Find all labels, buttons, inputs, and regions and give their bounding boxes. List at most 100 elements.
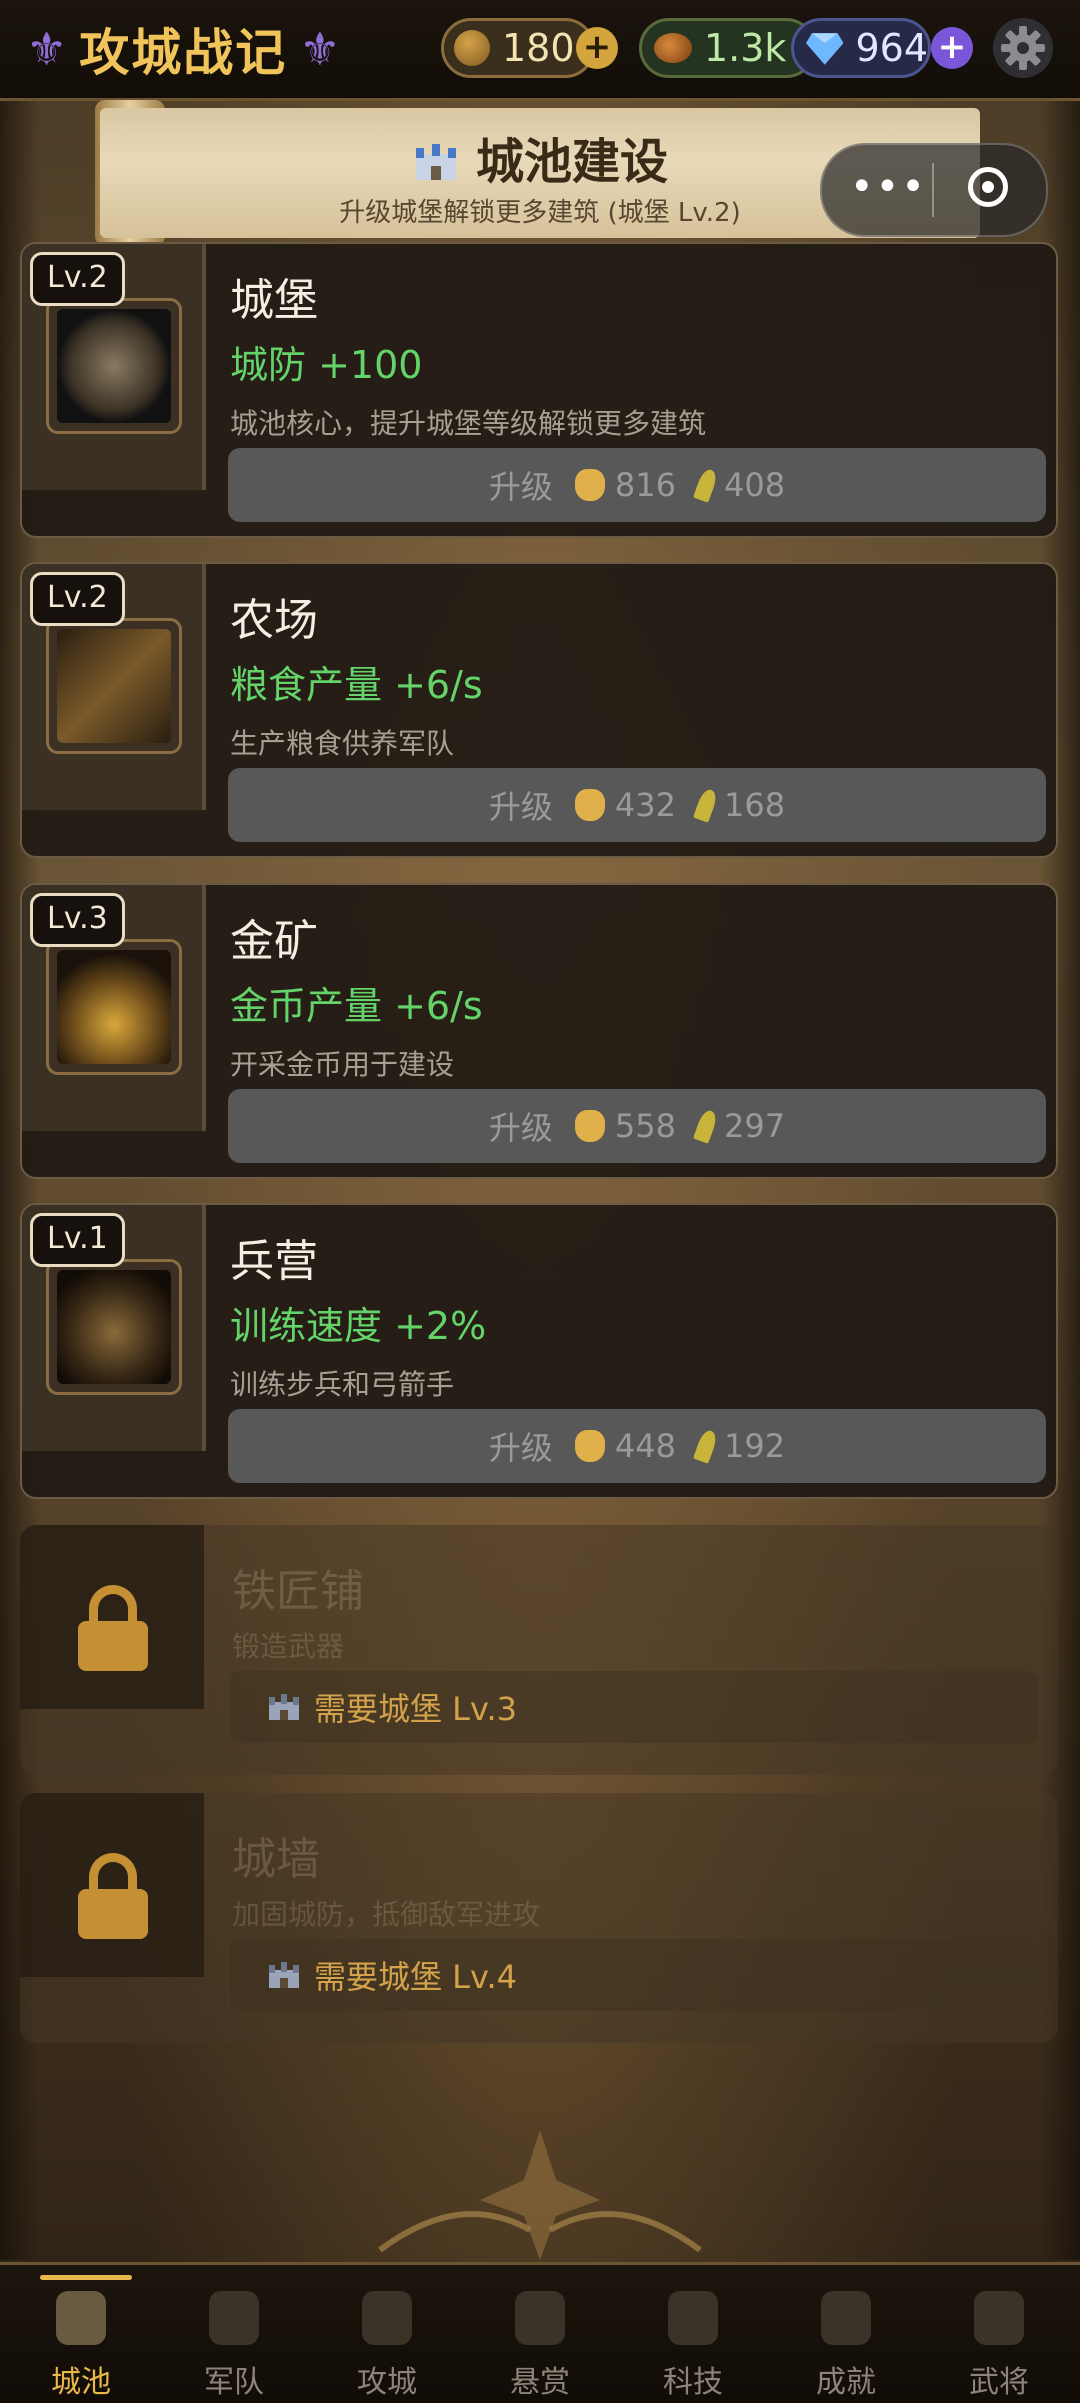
tab-army[interactable]: 军队 (157, 2265, 311, 2403)
tab-castle[interactable]: 城池 (4, 2265, 158, 2403)
bottom-tab-bar: 城池 军队 攻城 悬赏 科技 成就 武将 (0, 2262, 1080, 2403)
bounty-icon (515, 2291, 565, 2345)
castle-icon (415, 144, 456, 180)
building-name: 金矿 (230, 916, 318, 967)
building-description: 城池核心，提升城堡等级解锁更多建筑 (230, 407, 707, 440)
food-cost: 168 (724, 786, 786, 824)
tab-tech[interactable]: 科技 (616, 2265, 770, 2403)
tab-label: 攻城 (357, 2365, 417, 2400)
close-miniprogram-icon[interactable] (968, 167, 1008, 207)
building-card-castle: Lv.2 城堡 城防 +100 城池核心，提升城堡等级解锁更多建筑 升级 816… (20, 242, 1058, 538)
fleur-de-lis-icon: ⚜ (299, 22, 341, 76)
active-tab-indicator (40, 2275, 132, 2280)
fleur-de-lis-icon: ⚜ (26, 22, 68, 76)
card-divider (202, 1205, 206, 1451)
castle-icon (56, 2291, 106, 2345)
building-effect: 城防 +100 (230, 343, 423, 387)
tab-siege[interactable]: 攻城 (310, 2265, 464, 2403)
lock-icon (78, 1585, 148, 1671)
tab-label: 军队 (204, 2365, 264, 2400)
page-title: 城池建设 (475, 134, 668, 190)
building-card-gold-mine: Lv.3 金矿 金币产量 +6/s 开采金币用于建设 升级 558 297 (20, 883, 1058, 1179)
general-icon (974, 2291, 1024, 2345)
money-bag-icon (574, 1430, 605, 1462)
money-bag-icon (574, 789, 605, 821)
app-title: 攻城战记 (79, 24, 288, 82)
building-description: 开采金币用于建设 (230, 1048, 455, 1081)
building-effect: 粮食产量 +6/s (230, 663, 483, 707)
settings-gear-icon[interactable] (993, 18, 1053, 78)
tab-label: 武将 (969, 2365, 1029, 2400)
locked-building-name: 铁匠铺 (232, 1566, 364, 1617)
capsule-divider (932, 163, 934, 217)
upgrade-button[interactable]: 升级 558 297 (228, 1089, 1046, 1163)
tab-bounty[interactable]: 悬赏 (463, 2265, 617, 2403)
level-badge: Lv.2 (30, 252, 125, 306)
wheat-icon (693, 1428, 719, 1464)
castle-icon (269, 1962, 299, 1988)
food-icon (654, 33, 692, 63)
food-counter: 1.3k (639, 18, 816, 78)
gold-mine-building-icon (46, 939, 182, 1075)
achievement-icon (821, 2291, 871, 2345)
gold-cost: 558 (614, 1107, 676, 1145)
tab-general[interactable]: 武将 (922, 2265, 1076, 2403)
barracks-building-icon (46, 1259, 182, 1395)
gold-coin-icon (454, 30, 490, 66)
crossed-swords-icon (209, 2291, 259, 2345)
add-gold-button[interactable]: + (576, 27, 618, 69)
money-bag-icon (574, 1110, 605, 1142)
unlock-requirement: 需要城堡 Lv.3 (230, 1671, 1038, 1743)
gem-value: 964 (855, 26, 928, 70)
locked-building-description: 锻造武器 (232, 1630, 345, 1663)
castle-icon (269, 1694, 299, 1720)
diamond-icon (806, 33, 844, 65)
wheat-icon (693, 1108, 719, 1144)
upgrade-label: 升级 (488, 1429, 553, 1467)
level-badge: Lv.1 (30, 1213, 125, 1267)
upgrade-label: 升级 (488, 468, 553, 506)
building-name: 农场 (230, 595, 318, 646)
requirement-text: 需要城堡 Lv.3 (314, 1690, 517, 1728)
tab-label: 城池 (51, 2365, 111, 2400)
gold-cost: 816 (614, 466, 676, 504)
upgrade-button[interactable]: 升级 448 192 (228, 1409, 1046, 1483)
upgrade-button[interactable]: 升级 816 408 (228, 448, 1046, 522)
farm-building-icon (46, 618, 182, 754)
locked-building-name: 城墙 (232, 1834, 320, 1885)
gem-counter: 964 (791, 18, 931, 78)
miniprogram-capsule: ••• (820, 143, 1048, 237)
upgrade-button[interactable]: 升级 432 168 (228, 768, 1046, 842)
wheat-icon (693, 787, 719, 823)
building-description: 生产粮食供养军队 (230, 727, 455, 760)
requirement-text: 需要城堡 Lv.4 (314, 1958, 517, 1996)
level-badge: Lv.2 (30, 572, 125, 626)
gold-cost: 448 (614, 1427, 676, 1465)
building-name: 城堡 (230, 275, 318, 326)
unlock-requirement: 需要城堡 Lv.4 (230, 1939, 1038, 2011)
gold-cost: 432 (614, 786, 676, 824)
wheat-icon (693, 467, 719, 503)
locked-building-description: 加固城防，抵御敌军进攻 (232, 1898, 541, 1931)
more-options-icon[interactable]: ••• (850, 167, 927, 207)
food-value: 1.3k (704, 26, 787, 70)
top-bar: ⚜ 攻城战记 ⚜ 180 + 1.3k 964 + (0, 0, 1080, 101)
food-cost: 192 (724, 1427, 786, 1465)
upgrade-label: 升级 (488, 788, 553, 826)
locked-building-card-blacksmith: 铁匠铺 锻造武器 需要城堡 Lv.3 (20, 1525, 1058, 1775)
building-description: 训练步兵和弓箭手 (230, 1368, 455, 1401)
card-divider (202, 885, 206, 1131)
add-gems-button[interactable]: + (931, 27, 973, 69)
upgrade-label: 升级 (488, 1109, 553, 1147)
card-divider (202, 564, 206, 810)
food-cost: 408 (724, 466, 786, 504)
level-badge: Lv.3 (30, 893, 125, 947)
card-divider (202, 244, 206, 490)
ornament-decoration (378, 2130, 702, 2260)
building-effect: 训练速度 +2% (230, 1304, 487, 1348)
lock-icon (78, 1853, 148, 1939)
tech-icon (668, 2291, 718, 2345)
tab-achievement[interactable]: 成就 (769, 2265, 923, 2403)
food-cost: 297 (724, 1107, 786, 1145)
siege-icon (362, 2291, 412, 2345)
